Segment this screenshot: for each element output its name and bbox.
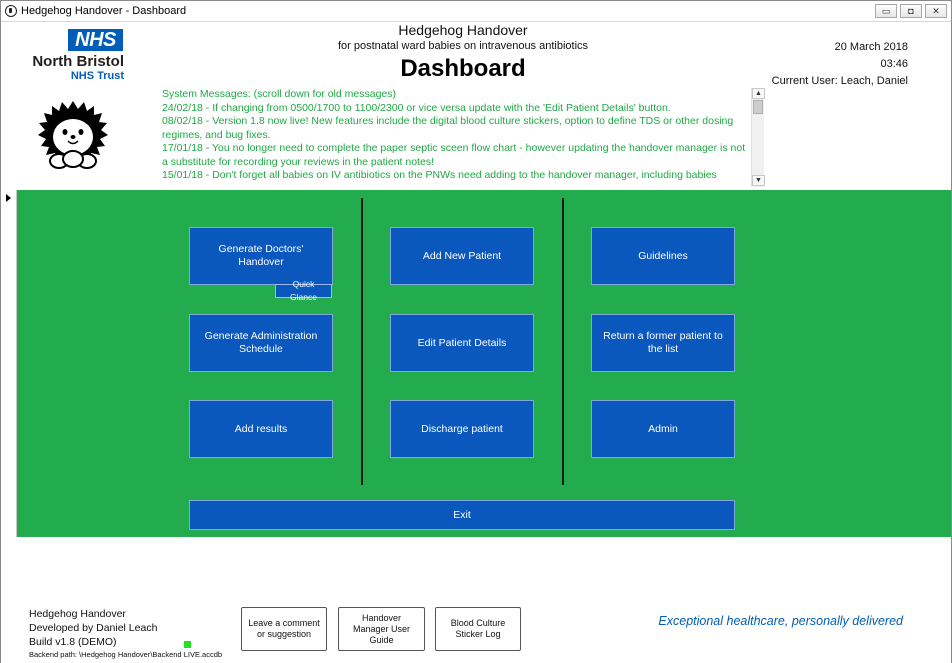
system-messages-text: System Messages: (scroll down for old me…	[159, 88, 749, 183]
exit-button[interactable]: Exit	[189, 500, 735, 530]
messages-scrollbar[interactable]: ▲ ▼	[751, 88, 765, 187]
footer-developer: Developed by Daniel Leach	[29, 622, 158, 634]
sticker-log-button[interactable]: Blood Culture Sticker Log	[435, 607, 521, 651]
message-item: 24/02/18 - If changing from 0500/1700 to…	[162, 101, 671, 114]
backend-path: Backend path: \Hedgehog Handover\Backend…	[29, 650, 223, 659]
current-user: Current User: Leach, Daniel	[771, 75, 908, 87]
nhs-logo: NHS	[68, 29, 123, 51]
current-time: 03:46	[880, 58, 908, 70]
add-patient-button[interactable]: Add New Patient	[390, 227, 534, 285]
maximize-button[interactable]: ◘	[900, 4, 922, 18]
edit-patient-button[interactable]: Edit Patient Details	[390, 314, 534, 372]
message-item: 17/01/18 - You no longer need to complet…	[162, 142, 746, 168]
scroll-down-arrow-icon[interactable]: ▼	[752, 175, 765, 186]
scroll-thumb[interactable]	[753, 100, 763, 114]
window-title: Hedgehog Handover - Dashboard	[21, 5, 187, 17]
close-button[interactable]: ✕	[925, 4, 947, 18]
app-window: Hedgehog Handover - Dashboard ▭ ◘ ✕ NHS …	[0, 0, 952, 663]
footer: Hedgehog Handover Developed by Daniel Le…	[1, 537, 951, 663]
generate-handover-button[interactable]: Generate Doctors' Handover	[189, 227, 333, 285]
current-record-icon	[6, 194, 11, 202]
app-icon	[5, 5, 17, 17]
messages-heading: System Messages: (scroll down for old me…	[162, 88, 396, 100]
nhs-tagline: Exceptional healthcare, personally deliv…	[658, 614, 903, 628]
generate-admin-schedule-button[interactable]: Generate Administration Schedule	[189, 314, 333, 372]
footer-build: Build v1.8 (DEMO)	[29, 636, 117, 648]
add-results-button[interactable]: Add results	[189, 400, 333, 458]
leave-comment-button[interactable]: Leave a comment or suggestion	[241, 607, 327, 651]
message-item: 15/01/18 - Don't forget all babies on IV…	[162, 169, 717, 181]
main-panel: Generate Doctors' Handover Quick Glance …	[17, 190, 951, 537]
trust-name: North Bristol	[32, 53, 124, 70]
column-divider	[361, 198, 363, 485]
footer-app-name: Hedgehog Handover	[29, 608, 126, 620]
record-selector[interactable]	[1, 190, 17, 537]
system-messages[interactable]: System Messages: (scroll down for old me…	[159, 88, 765, 187]
minimize-button[interactable]: ▭	[875, 4, 897, 18]
page-title: Dashboard	[400, 55, 526, 82]
return-patient-button[interactable]: Return a former patient to the list	[591, 314, 735, 372]
admin-button[interactable]: Admin	[591, 400, 735, 458]
quick-glance-button[interactable]: Quick Glance	[275, 279, 332, 302]
trust-subtitle: NHS Trust	[70, 70, 124, 82]
current-date: 20 March 2018	[834, 41, 908, 53]
user-guide-button[interactable]: Handover Manager User Guide	[338, 607, 425, 651]
guidelines-button[interactable]: Guidelines	[591, 227, 735, 285]
hedgehog-icon	[38, 101, 108, 169]
scroll-up-arrow-icon[interactable]: ▲	[752, 88, 765, 99]
connection-status-icon	[184, 641, 191, 648]
column-divider	[562, 198, 564, 485]
app-subtitle: for postnatal ward babies on intravenous…	[337, 40, 589, 52]
message-item: 08/02/18 - Version 1.8 now live! New fea…	[162, 115, 734, 141]
header: NHS North Bristol NHS Trust Hedgehog Han…	[1, 22, 951, 190]
title-bar: Hedgehog Handover - Dashboard ▭ ◘ ✕	[1, 1, 951, 22]
app-title: Hedgehog Handover	[398, 22, 528, 38]
discharge-patient-button[interactable]: Discharge patient	[390, 400, 534, 458]
